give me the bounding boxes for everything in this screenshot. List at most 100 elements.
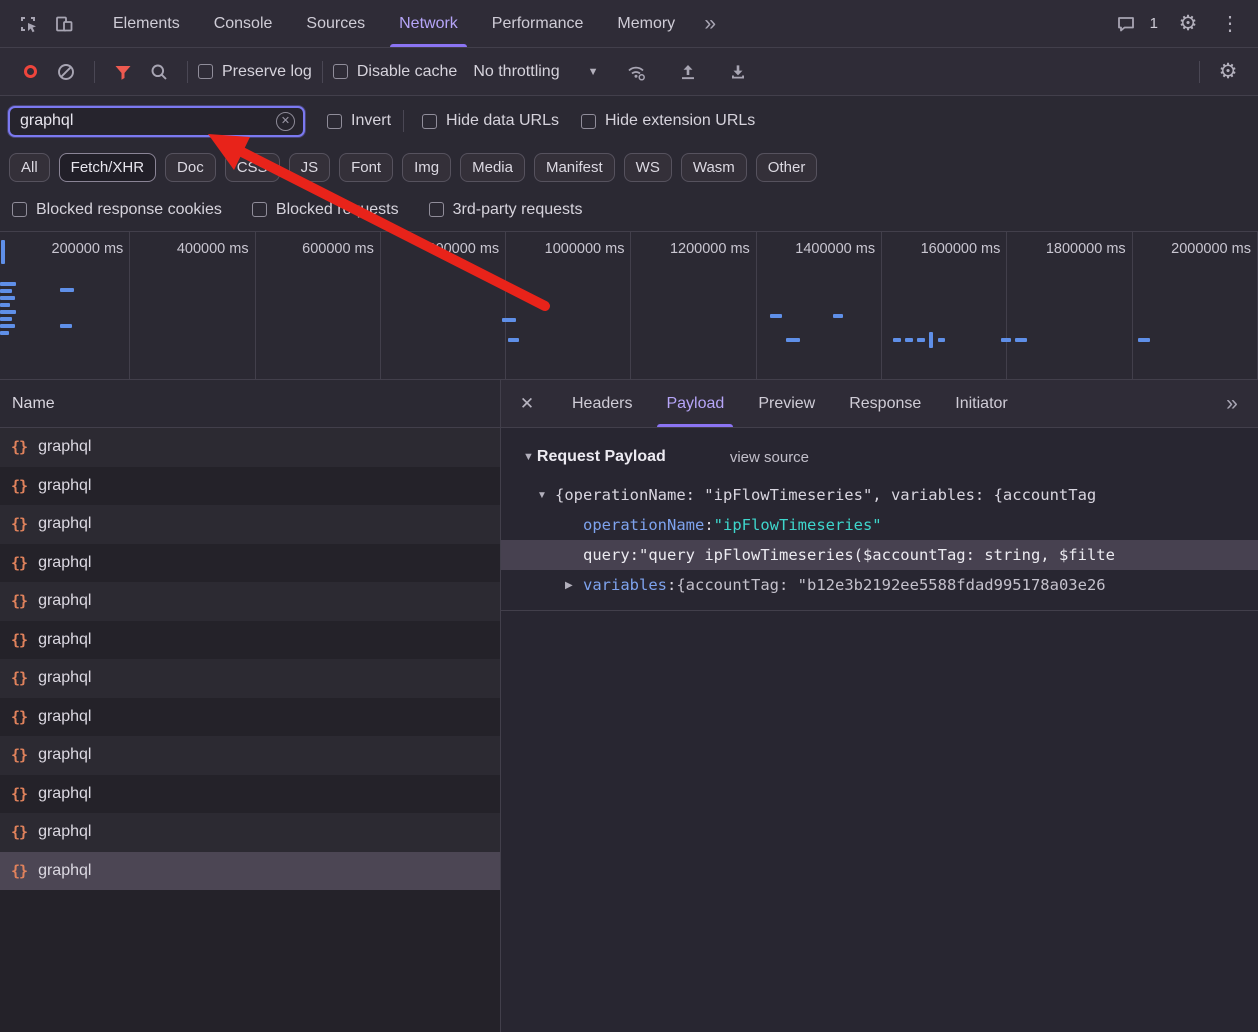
chip-img[interactable]: Img <box>402 152 452 182</box>
request-row[interactable]: {} graphql <box>0 428 500 467</box>
activity-mark <box>0 331 9 335</box>
activity-mark <box>0 289 12 293</box>
blocked-response-cookies-checkbox[interactable]: Blocked response cookies <box>12 201 222 219</box>
detail-tab-response[interactable]: Response <box>832 380 938 427</box>
clear-network-log-icon[interactable] <box>48 54 84 90</box>
chip-css[interactable]: CSS <box>224 152 280 182</box>
request-row[interactable]: {} graphql <box>0 582 500 621</box>
device-toolbar-icon[interactable] <box>46 6 82 42</box>
close-details-icon[interactable]: ✕ <box>509 386 545 422</box>
disable-cache-checkbox[interactable]: Disable cache <box>332 63 457 81</box>
more-detail-tabs-icon[interactable]: » <box>1214 386 1250 422</box>
chip-js[interactable]: JS <box>288 152 331 182</box>
payload-tree-row[interactable]: ▼ {operationName: "ipFlowTimeseries", var… <box>501 480 1258 510</box>
fetch-icon: {} <box>11 669 28 688</box>
chip-ws[interactable]: WS <box>623 152 672 182</box>
request-row[interactable]: {} graphql <box>0 774 500 813</box>
detail-tabs: Headers Payload Preview Response Initiator <box>555 380 1025 427</box>
detail-tab-headers[interactable]: Headers <box>555 380 649 427</box>
request-row[interactable]: {} graphql <box>0 543 500 582</box>
tab-elements[interactable]: Elements <box>96 0 197 47</box>
request-row[interactable]: {} graphql <box>0 736 500 775</box>
detail-tab-preview[interactable]: Preview <box>741 380 832 427</box>
network-filter-bar: ✕ Invert Hide data URLs Hide extension U… <box>0 96 1258 146</box>
3rd-party-requests-checkbox[interactable]: 3rd-party requests <box>428 201 582 219</box>
timeline-column: 400000 ms <box>130 232 256 379</box>
chip-doc[interactable]: Doc <box>165 152 216 182</box>
chip-manifest[interactable]: Manifest <box>533 152 615 182</box>
request-row[interactable]: {} graphql <box>0 659 500 698</box>
clear-filter-icon[interactable]: ✕ <box>276 111 295 131</box>
tab-sources[interactable]: Sources <box>289 0 382 47</box>
tab-performance[interactable]: Performance <box>475 0 601 47</box>
network-settings-gear-icon[interactable]: ⚙ <box>1210 54 1246 90</box>
chip-all[interactable]: All <box>9 152 50 182</box>
toolbar-divider <box>94 60 95 83</box>
tab-console[interactable]: Console <box>197 0 290 47</box>
activity-mark <box>1138 338 1150 342</box>
triangle-right-icon[interactable]: ▶ <box>565 580 583 591</box>
hide-extension-urls-checkbox[interactable]: Hide extension URLs <box>580 112 755 130</box>
detail-tab-payload[interactable]: Payload <box>649 380 741 427</box>
payload-text: "query ipFlowTimeseries($accountTag: str… <box>639 546 1115 564</box>
request-payload-section[interactable]: ▼ Request Payload view source <box>501 443 1258 471</box>
fetch-icon: {} <box>11 438 28 457</box>
chip-wasm[interactable]: Wasm <box>680 152 747 182</box>
network-conditions-icon[interactable] <box>618 54 654 90</box>
payload-tree-row[interactable]: query: "query ipFlowTimeseries($accountT… <box>501 540 1258 570</box>
chip-fetch-xhr[interactable]: Fetch/XHR <box>58 152 157 182</box>
timeline-tick-label: 1800000 ms <box>1045 241 1126 257</box>
detail-tab-initiator[interactable]: Initiator <box>938 380 1024 427</box>
chip-other[interactable]: Other <box>755 152 818 182</box>
blocked-requests-checkbox[interactable]: Blocked requests <box>251 201 399 219</box>
invert-checkbox[interactable]: Invert <box>327 112 391 130</box>
view-source-link[interactable]: view source <box>730 449 809 466</box>
devtools-tabbar: Elements Console Sources Network Performance… <box>0 0 1258 48</box>
request-row[interactable]: {} graphql <box>0 697 500 736</box>
console-messages-icon[interactable] <box>1108 6 1144 42</box>
toolbar-divider <box>187 60 188 83</box>
inspect-element-icon[interactable] <box>10 6 46 42</box>
more-panels-icon[interactable]: » <box>692 6 728 42</box>
tab-memory[interactable]: Memory <box>600 0 692 47</box>
import-har-icon[interactable] <box>670 54 706 90</box>
kebab-menu-icon[interactable]: ⋮ <box>1212 6 1248 42</box>
payload-text: variables <box>583 576 667 594</box>
payload-text: "ipFlowTimeseries" <box>713 516 882 534</box>
preserve-log-checkbox[interactable]: Preserve log <box>198 63 312 81</box>
timeline-column: 800000 ms <box>381 232 507 379</box>
chevron-down-icon: ▼ <box>587 65 599 78</box>
request-name: graphql <box>38 476 92 494</box>
activity-mark <box>786 338 800 342</box>
activity-mark <box>0 310 16 314</box>
request-row[interactable]: {} graphql <box>0 466 500 505</box>
network-overview-timeline[interactable]: 200000 ms 400000 ms 600000 ms 800000 ms 1000… <box>0 232 1258 380</box>
tab-network[interactable]: Network <box>382 0 475 47</box>
fetch-icon: {} <box>11 784 28 803</box>
settings-gear-icon[interactable]: ⚙ <box>1170 6 1206 42</box>
request-row[interactable]: {} graphql <box>0 813 500 852</box>
timeline-tick-label: 1000000 ms <box>544 241 625 257</box>
request-row[interactable]: {} graphql <box>0 851 500 890</box>
chevron-double-right-icon: » <box>1226 392 1238 415</box>
throttling-select[interactable]: No throttling ▼ <box>473 63 598 81</box>
filter-funnel-icon[interactable] <box>105 54 141 90</box>
activity-mark <box>1015 338 1027 342</box>
payload-tree-row[interactable]: operationName: "ipFlowTimeseries" <box>501 510 1258 540</box>
filter-input[interactable] <box>18 111 276 131</box>
chip-font[interactable]: Font <box>339 152 394 182</box>
fetch-icon: {} <box>11 746 28 765</box>
record-network-log-icon[interactable] <box>12 54 48 90</box>
hide-data-urls-checkbox[interactable]: Hide data URLs <box>422 112 559 130</box>
request-name: graphql <box>38 861 92 879</box>
activity-mark <box>0 296 15 300</box>
request-row[interactable]: {} graphql <box>0 505 500 544</box>
payload-tree-row[interactable]: ▶ variables: {accountTag: "b12e3b2192ee55… <box>501 570 1258 600</box>
name-column-header[interactable]: Name <box>0 380 500 428</box>
payload-text: {operationName: "ipFlowTimeseries", vari… <box>555 486 1097 504</box>
triangle-down-icon[interactable]: ▼ <box>537 490 555 501</box>
request-row[interactable]: {} graphql <box>0 620 500 659</box>
search-network-icon[interactable] <box>141 54 177 90</box>
chip-media[interactable]: Media <box>460 152 525 182</box>
export-har-icon[interactable] <box>720 54 756 90</box>
